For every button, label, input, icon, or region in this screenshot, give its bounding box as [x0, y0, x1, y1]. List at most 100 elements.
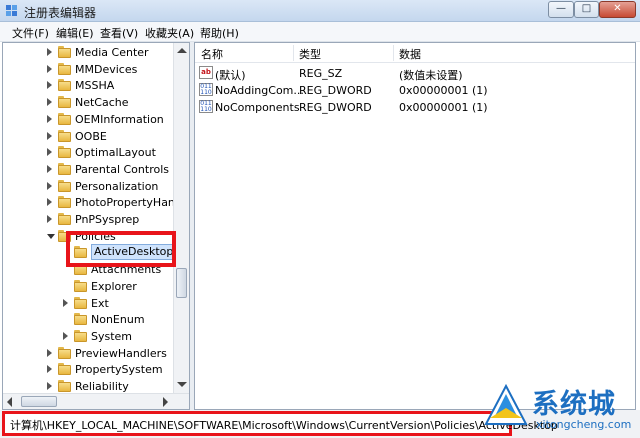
status-path: 计算机\HKEY_LOCAL_MACHINE\SOFTWARE\Microsof… [10, 419, 558, 432]
tree-item[interactable]: PreviewHandlers [3, 345, 173, 362]
tree-item-label: Explorer [91, 279, 137, 293]
watermark-brand: 系统城 [532, 389, 616, 420]
expand-arrow-icon[interactable] [63, 331, 68, 340]
tree-item[interactable]: OptimalLayout [3, 144, 173, 161]
tree-item-label: OOBE [75, 129, 107, 143]
value-type: REG_DWORD [299, 84, 372, 97]
folder-icon [58, 213, 71, 225]
expand-arrow-icon[interactable] [47, 181, 52, 190]
tree-item-label: PnPSysprep [75, 213, 140, 226]
scroll-left-arrow-icon[interactable] [7, 397, 12, 407]
folder-icon [58, 380, 71, 392]
folder-icon [58, 62, 71, 75]
tree-item-label: ActiveDesktop [91, 244, 177, 261]
expand-arrow-icon[interactable] [47, 131, 52, 140]
folder-icon [58, 162, 71, 175]
tree-item[interactable]: Explorer [3, 278, 173, 295]
watermark: 系统城 xitongcheng.com [484, 382, 640, 438]
collapse-arrow-icon[interactable] [47, 233, 55, 239]
folder-icon [74, 263, 87, 276]
expand-arrow-icon[interactable] [47, 365, 52, 374]
scroll-down-arrow-icon[interactable] [177, 382, 187, 387]
column-divider[interactable] [393, 45, 394, 61]
minimize-button[interactable]: — [548, 1, 574, 18]
close-button[interactable]: ✕ [599, 1, 636, 18]
maximize-button[interactable]: □ [574, 1, 599, 18]
tree-item[interactable]: NetCache [3, 94, 173, 111]
folder-icon [74, 296, 87, 309]
folder-icon [58, 146, 71, 159]
expand-arrow-icon[interactable] [47, 98, 52, 107]
window-title: 注册表编辑器 [24, 6, 97, 20]
registry-tree[interactable]: Reliability PropertySystem PreviewHandlers… [2, 42, 190, 410]
tree-item[interactable]: Personalization [3, 178, 173, 195]
expand-arrow-icon[interactable] [47, 198, 52, 207]
menu-favorites[interactable]: 收藏夹(A) [145, 25, 194, 41]
menu-bar: 文件(F) 编辑(E) 查看(V) 收藏夹(A) 帮助(H) [0, 22, 640, 42]
tree-item[interactable]: NonEnum [3, 311, 173, 328]
tree-item-label: Reliability [75, 380, 129, 393]
expand-arrow-icon[interactable] [47, 382, 52, 390]
tree-item[interactable]: PropertySystem [3, 361, 173, 378]
menu-help[interactable]: 帮助(H) [200, 25, 239, 41]
tree-vertical-scrollbar[interactable] [173, 43, 189, 393]
folder-icon [58, 363, 71, 376]
expand-arrow-icon[interactable] [47, 148, 52, 157]
value-data: (数值未设置) [399, 69, 463, 82]
expand-arrow-icon[interactable] [47, 348, 52, 357]
tree-item[interactable]: Parental Controls [3, 161, 173, 178]
folder-icon [58, 346, 71, 359]
folder-icon [74, 329, 87, 342]
expand-arrow-icon[interactable] [47, 81, 52, 90]
hscroll-thumb[interactable] [21, 396, 57, 407]
scroll-up-arrow-icon[interactable] [177, 48, 187, 53]
tree-item-label: PropertySystem [75, 363, 163, 377]
column-data-header[interactable]: 数据 [399, 46, 421, 62]
watermark-logo-icon [484, 384, 528, 425]
dword-value-icon: 011 110 [199, 83, 213, 96]
tree-item[interactable]: OEMInformation [3, 111, 173, 128]
expand-arrow-icon[interactable] [63, 298, 68, 307]
tree-item[interactable]: MSSHA [3, 77, 173, 94]
expand-arrow-icon[interactable] [47, 114, 52, 123]
value-name: NoAddingCom... [215, 84, 304, 97]
scroll-right-arrow-icon[interactable] [163, 397, 168, 407]
folder-icon [74, 279, 87, 292]
tree-item-label: Ext [91, 296, 109, 310]
column-divider[interactable] [293, 45, 294, 61]
tree-item-label: PreviewHandlers [75, 346, 167, 360]
tree-item[interactable]: OOBE [3, 128, 173, 145]
tree-item[interactable]: MMDevices [3, 61, 173, 78]
tree-item[interactable]: System [3, 328, 173, 345]
tree-horizontal-scrollbar[interactable] [3, 393, 189, 409]
column-type-header[interactable]: 类型 [299, 46, 321, 62]
expand-arrow-icon[interactable] [47, 164, 52, 173]
menu-edit[interactable]: 编辑(E) [56, 25, 94, 41]
tree-item-label: NetCache [75, 96, 129, 110]
tree-item[interactable]: Media Center [3, 44, 173, 61]
folder-icon [58, 129, 71, 142]
expand-arrow-icon[interactable] [47, 64, 52, 73]
expand-arrow-icon[interactable] [47, 215, 52, 223]
tree-item[interactable]: Policies [3, 228, 173, 245]
value-row[interactable]: ab (默认) REG_SZ (数值未设置) [195, 65, 635, 82]
column-name-header[interactable]: 名称 [201, 46, 223, 62]
menu-view[interactable]: 查看(V) [100, 25, 138, 41]
value-row[interactable]: 011 110 NoAddingCom... REG_DWORD 0x00000… [195, 82, 635, 99]
scroll-thumb[interactable] [176, 268, 187, 298]
title-bar: 注册表编辑器 — □ ✕ [0, 0, 640, 22]
tree-item[interactable]: PnPSysprep [3, 211, 173, 228]
tree-item[interactable]: ActiveDesktop [3, 244, 177, 261]
expand-arrow-icon[interactable] [47, 48, 52, 56]
tree-item[interactable]: Attachments [3, 261, 173, 278]
values-list[interactable]: 名称 类型 数据 ab (默认) REG_SZ (数值未设置) 011 110 … [194, 42, 636, 410]
value-data: 0x00000001 (1) [399, 101, 488, 114]
string-value-icon: ab [199, 66, 213, 79]
tree-item[interactable]: Ext [3, 295, 173, 312]
menu-file[interactable]: 文件(F) [12, 25, 49, 41]
folder-icon [74, 313, 87, 326]
value-row[interactable]: 011 110 NoComponents REG_DWORD 0x0000000… [195, 99, 635, 116]
tree-item[interactable]: PhotoPropertyHandl [3, 194, 185, 211]
value-type: REG_SZ [299, 67, 343, 80]
watermark-domain: xitongcheng.com [536, 418, 632, 431]
